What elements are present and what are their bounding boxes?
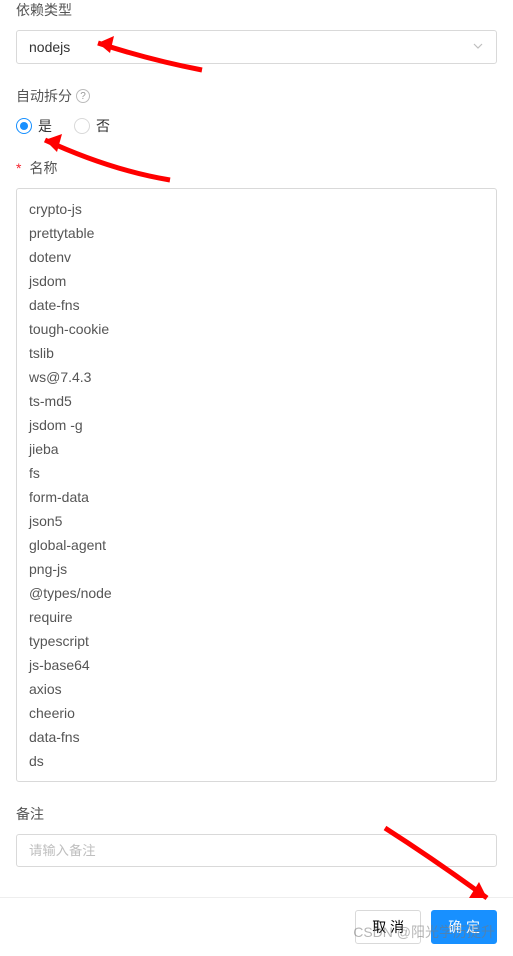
- radio-no[interactable]: 否: [74, 116, 110, 136]
- remark-input[interactable]: [16, 834, 497, 867]
- radio-yes-label: 是: [38, 116, 52, 136]
- footer: 取 消 确 定: [0, 897, 513, 956]
- name-section: * 名称 crypto-js prettytable dotenv jsdom …: [16, 158, 497, 782]
- dependency-type-value: nodejs: [29, 39, 70, 55]
- auto-split-section: 自动拆分 ? 是 否: [16, 86, 497, 136]
- radio-no-icon: [74, 118, 90, 134]
- radio-yes-icon: [16, 118, 32, 134]
- cancel-button[interactable]: 取 消: [355, 910, 421, 944]
- help-icon[interactable]: ?: [76, 89, 90, 103]
- chevron-down-icon: [472, 39, 484, 55]
- remark-section: 备注: [16, 804, 497, 867]
- auto-split-radio-group: 是 否: [16, 116, 497, 136]
- remark-label: 备注: [16, 804, 497, 824]
- required-mark: *: [16, 160, 21, 176]
- auto-split-label: 自动拆分 ?: [16, 86, 497, 106]
- dependency-type-section: 依赖类型 nodejs: [16, 0, 497, 64]
- radio-yes[interactable]: 是: [16, 116, 52, 136]
- dependency-type-label: 依赖类型: [16, 0, 497, 20]
- confirm-button[interactable]: 确 定: [431, 910, 497, 944]
- name-label: * 名称: [16, 158, 497, 178]
- radio-no-label: 否: [96, 116, 110, 136]
- dependency-type-select[interactable]: nodejs: [16, 30, 497, 64]
- name-textarea[interactable]: crypto-js prettytable dotenv jsdom date-…: [16, 188, 497, 782]
